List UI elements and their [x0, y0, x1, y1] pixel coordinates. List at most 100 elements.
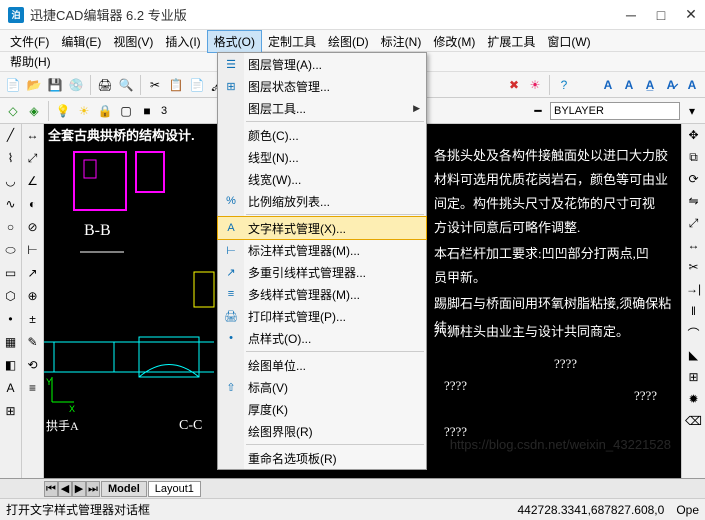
- dim-ordinate-icon[interactable]: ⊢: [24, 241, 42, 259]
- tab-prev[interactable]: ◀: [58, 481, 72, 497]
- saveall-icon[interactable]: 💿: [67, 76, 85, 94]
- menu-file[interactable]: 文件(F): [4, 31, 55, 52]
- print-icon[interactable]: 🖨: [96, 76, 114, 94]
- copy-icon[interactable]: 📋: [167, 76, 185, 94]
- tab-layout1[interactable]: Layout1: [148, 481, 201, 497]
- explode-icon[interactable]: ✹: [685, 390, 703, 408]
- offset-icon[interactable]: ‖: [685, 302, 703, 320]
- dd-lineweight[interactable]: 线宽(W)...: [218, 168, 426, 190]
- dd-dim-style[interactable]: ⊢标注样式管理器(M)...: [218, 239, 426, 261]
- circle-icon[interactable]: ○: [2, 218, 20, 236]
- menu-help[interactable]: 帮助(H): [10, 53, 51, 70]
- point-icon[interactable]: •: [2, 310, 20, 328]
- array-icon[interactable]: ⊞: [685, 368, 703, 386]
- dim-edit2-icon[interactable]: ⟲: [24, 356, 42, 374]
- sun-icon[interactable]: ☀: [526, 76, 544, 94]
- block-icon[interactable]: ⊞: [2, 402, 20, 420]
- dim-tol-icon[interactable]: ±: [24, 310, 42, 328]
- dim-linear-icon[interactable]: ↔: [24, 126, 42, 144]
- menu-modify[interactable]: 修改(M): [427, 31, 481, 52]
- text-icon[interactable]: A: [2, 379, 20, 397]
- menu-view[interactable]: 视图(V): [107, 31, 159, 52]
- rect-icon[interactable]: ▭: [2, 264, 20, 282]
- dd-mline-style[interactable]: ≡多线样式管理器(M)...: [218, 283, 426, 305]
- menu-window[interactable]: 窗口(W): [541, 31, 596, 52]
- open-icon[interactable]: 📂: [25, 76, 43, 94]
- dim-angular-icon[interactable]: ∠: [24, 172, 42, 190]
- minimize-button[interactable]: ─: [625, 9, 637, 21]
- trim-icon[interactable]: ✂: [685, 258, 703, 276]
- fillet-icon[interactable]: ⌒: [685, 324, 703, 342]
- tab-model[interactable]: Model: [101, 481, 147, 497]
- line-icon[interactable]: ╱: [2, 126, 20, 144]
- tab-last[interactable]: ⏭: [86, 481, 100, 497]
- polyline-icon[interactable]: ⌇: [2, 149, 20, 167]
- move-icon[interactable]: ✥: [685, 126, 703, 144]
- dd-elevation[interactable]: ⇧标高(V): [218, 376, 426, 398]
- paste-icon[interactable]: 📄: [188, 76, 206, 94]
- dd-draw-bounds[interactable]: 绘图界限(R): [218, 420, 426, 442]
- dd-layer-manage[interactable]: ☰图层管理(A)...: [218, 53, 426, 75]
- dd-layer-tools[interactable]: 图层工具...▶: [218, 97, 426, 119]
- maximize-button[interactable]: □: [655, 9, 667, 21]
- dd-print-style[interactable]: 🖨打印样式管理(P)...: [218, 305, 426, 327]
- menu-edit[interactable]: 编辑(E): [55, 31, 107, 52]
- tab-first[interactable]: ⏮: [44, 481, 58, 497]
- menu-insert[interactable]: 插入(I): [159, 31, 206, 52]
- dd-draw-units[interactable]: 绘图单位...: [218, 354, 426, 376]
- box-icon[interactable]: ▢: [117, 102, 135, 120]
- menu-annotate[interactable]: 标注(N): [375, 31, 428, 52]
- menu-extend-tool[interactable]: 扩展工具: [481, 31, 541, 52]
- layer2-icon[interactable]: ◈: [25, 102, 43, 120]
- region-icon[interactable]: ◧: [2, 356, 20, 374]
- rotate-icon[interactable]: ⟳: [685, 170, 703, 188]
- text-a2-icon[interactable]: A: [620, 76, 638, 94]
- text-a5-icon[interactable]: A: [683, 76, 701, 94]
- dd-thickness[interactable]: 厚度(K): [218, 398, 426, 420]
- dim-center-icon[interactable]: ⊕: [24, 287, 42, 305]
- dim-aligned-icon[interactable]: ⤢: [24, 149, 42, 167]
- dropdown-icon[interactable]: ▾: [683, 102, 701, 120]
- text-a3-icon[interactable]: A̲: [641, 76, 659, 94]
- text-a4-icon[interactable]: A̷: [662, 76, 680, 94]
- menu-draw[interactable]: 绘图(D): [322, 31, 375, 52]
- ellipse-icon[interactable]: ⬭: [2, 241, 20, 259]
- dd-scale-list[interactable]: %比例缩放列表...: [218, 190, 426, 212]
- bulb-icon[interactable]: 💡: [54, 102, 72, 120]
- cut-icon[interactable]: ✂: [146, 76, 164, 94]
- lock-icon[interactable]: 🔒: [96, 102, 114, 120]
- dd-point-style[interactable]: •点样式(O)...: [218, 327, 426, 349]
- extend-icon[interactable]: →|: [685, 280, 703, 298]
- square-icon[interactable]: ■: [138, 102, 156, 120]
- dim-style-icon[interactable]: ≡: [24, 379, 42, 397]
- close-button[interactable]: ✕: [685, 9, 697, 21]
- new-icon[interactable]: 📄: [4, 76, 22, 94]
- layer-select[interactable]: [550, 102, 680, 120]
- erase-icon[interactable]: ⌫: [685, 412, 703, 430]
- dim-leader-icon[interactable]: ↗: [24, 264, 42, 282]
- mirror-icon[interactable]: ⇋: [685, 192, 703, 210]
- dim-radius-icon[interactable]: ◐: [24, 195, 42, 213]
- dd-rename[interactable]: 重命名选项板(R): [218, 447, 426, 469]
- sun2-icon[interactable]: ☀: [75, 102, 93, 120]
- cancel-icon[interactable]: ✖: [505, 76, 523, 94]
- dd-linetype[interactable]: 线型(N)...: [218, 146, 426, 168]
- copy2-icon[interactable]: ⧉: [685, 148, 703, 166]
- dd-layer-state[interactable]: ⊞图层状态管理...: [218, 75, 426, 97]
- preview-icon[interactable]: 🔍: [117, 76, 135, 94]
- tab-next[interactable]: ▶: [72, 481, 86, 497]
- scale-icon[interactable]: ⤢: [685, 214, 703, 232]
- stretch-icon[interactable]: ↔: [685, 236, 703, 254]
- polygon-icon[interactable]: ⬡: [2, 287, 20, 305]
- dd-text-style[interactable]: A文字样式管理(X)...: [218, 217, 426, 239]
- arc-icon[interactable]: ◡: [2, 172, 20, 190]
- save-icon[interactable]: 💾: [46, 76, 64, 94]
- spline-icon[interactable]: ∿: [2, 195, 20, 213]
- text-a1-icon[interactable]: A: [599, 76, 617, 94]
- layer-icon[interactable]: ◇: [4, 102, 22, 120]
- dd-mleader-style[interactable]: ↗多重引线样式管理器...: [218, 261, 426, 283]
- lineweight-icon[interactable]: ━: [529, 102, 547, 120]
- help-icon[interactable]: ?: [555, 76, 573, 94]
- dim-edit-icon[interactable]: ✎: [24, 333, 42, 351]
- menu-custom-tool[interactable]: 定制工具: [262, 31, 322, 52]
